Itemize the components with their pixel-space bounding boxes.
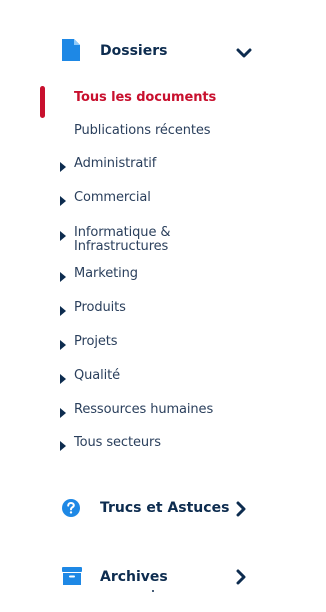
document-icon bbox=[62, 39, 80, 65]
chevron-right-icon[interactable] bbox=[235, 569, 247, 589]
chevron-down-icon[interactable] bbox=[236, 45, 252, 64]
caret-right-icon bbox=[60, 162, 66, 172]
archives-title: Archives bbox=[100, 569, 168, 585]
category-label: Ressources humaines bbox=[74, 402, 214, 417]
category-label-line1: Informatique & bbox=[74, 225, 171, 240]
caret-right-icon bbox=[60, 231, 66, 241]
caret-right-icon bbox=[60, 374, 66, 384]
category-label: Projets bbox=[74, 334, 118, 349]
category-label: Commercial bbox=[74, 190, 151, 205]
category-produits[interactable]: Produits bbox=[0, 301, 326, 323]
category-label: Marketing bbox=[74, 266, 138, 281]
link-recent-publications[interactable]: Publications récentes bbox=[74, 123, 211, 138]
caret-right-icon bbox=[60, 196, 66, 206]
question-circle-icon bbox=[61, 498, 81, 522]
tips-header[interactable]: Trucs et Astuces bbox=[0, 492, 326, 526]
active-indicator bbox=[40, 86, 45, 118]
caret-right-icon bbox=[60, 272, 66, 282]
dossiers-header[interactable]: Dossiers bbox=[0, 36, 326, 70]
caret-right-icon bbox=[60, 408, 66, 418]
category-projets[interactable]: Projets bbox=[0, 335, 326, 357]
category-ressources-humaines[interactable]: Ressources humaines bbox=[0, 403, 326, 425]
category-label: Administratif bbox=[74, 156, 157, 171]
archives-header[interactable]: Archives bbox=[0, 561, 326, 595]
category-administratif[interactable]: Administratif bbox=[0, 157, 326, 179]
chevron-right-icon[interactable] bbox=[235, 501, 247, 521]
category-label: Tous secteurs bbox=[74, 435, 161, 450]
tips-title: Trucs et Astuces bbox=[100, 500, 230, 516]
category-label: Qualité bbox=[74, 368, 121, 383]
archive-icon bbox=[62, 567, 82, 589]
link-all-documents[interactable]: Tous les documents bbox=[74, 90, 216, 105]
category-label-line2: Infrastructures bbox=[74, 239, 169, 254]
category-informatique[interactable]: Informatique & Infrastructures bbox=[0, 226, 326, 256]
caret-right-icon bbox=[60, 340, 66, 350]
caret-right-icon bbox=[60, 441, 66, 451]
category-marketing[interactable]: Marketing bbox=[0, 267, 326, 289]
category-commercial[interactable]: Commercial bbox=[0, 191, 326, 213]
caret-right-icon bbox=[60, 306, 66, 316]
category-qualite[interactable]: Qualité bbox=[0, 369, 326, 391]
category-tous-secteurs[interactable]: Tous secteurs bbox=[0, 436, 326, 458]
dossiers-title: Dossiers bbox=[100, 43, 168, 59]
decorative-dot bbox=[152, 590, 154, 592]
category-label: Produits bbox=[74, 300, 126, 315]
